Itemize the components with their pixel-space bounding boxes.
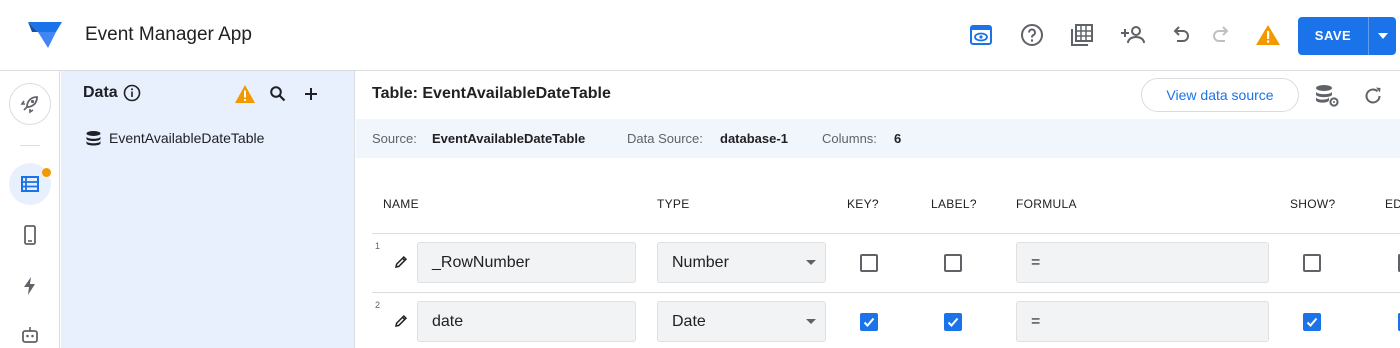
bot-icon[interactable] xyxy=(9,314,51,348)
save-dropdown-icon[interactable] xyxy=(1369,17,1396,55)
checkmark-icon xyxy=(1306,317,1318,327)
columns-value: 6 xyxy=(894,131,902,146)
table-header: Table: EventAvailableDateTable View data… xyxy=(356,71,1400,119)
column-type-value: Number xyxy=(672,254,729,271)
table-info-bar: Source: EventAvailableDateTable Data Sou… xyxy=(356,119,1400,158)
header-formula: FORMULA xyxy=(1016,197,1077,211)
automation-icon[interactable] xyxy=(9,265,51,307)
header-key: KEY? xyxy=(847,197,879,211)
source-value: EventAvailableDateTable xyxy=(432,131,586,146)
columns-label: Columns: xyxy=(822,131,877,146)
key-checkbox[interactable] xyxy=(860,254,878,272)
header-name: NAME xyxy=(383,197,419,211)
data-table-label: EventAvailableDateTable xyxy=(109,130,265,146)
column-name-input[interactable]: _RowNumber xyxy=(417,242,636,283)
edit-pencil-icon[interactable] xyxy=(393,313,409,329)
gallery-icon[interactable] xyxy=(1068,21,1096,49)
show-checkbox[interactable] xyxy=(1303,254,1321,272)
column-type-select[interactable]: Date xyxy=(657,301,826,342)
database-icon xyxy=(86,130,101,146)
row-number: 1 xyxy=(375,241,381,251)
column-type-select[interactable]: Number xyxy=(657,242,826,283)
row-number: 2 xyxy=(375,300,381,310)
formula-input[interactable]: = xyxy=(1016,242,1269,283)
chevron-down-icon xyxy=(806,319,816,324)
data-source-label: Data Source: xyxy=(627,131,703,146)
preview-icon[interactable] xyxy=(967,21,995,49)
header-show: SHOW? xyxy=(1290,197,1336,211)
header-editable: ED xyxy=(1385,197,1400,211)
warning-icon[interactable] xyxy=(1254,21,1282,49)
data-warning-icon[interactable] xyxy=(234,83,256,105)
app-title: Event Manager App xyxy=(85,24,252,45)
undo-icon[interactable] xyxy=(1166,21,1194,49)
key-checkbox[interactable] xyxy=(860,313,878,331)
launch-icon[interactable] xyxy=(9,83,51,125)
nav-rail xyxy=(0,71,60,348)
redo-icon[interactable] xyxy=(1208,21,1236,49)
column-type-value: Date xyxy=(672,313,706,330)
appsheet-logo-icon xyxy=(28,22,62,48)
add-table-icon[interactable] xyxy=(300,83,322,105)
label-checkbox[interactable] xyxy=(944,254,962,272)
data-source-value: database-1 xyxy=(720,131,788,146)
column-name-input[interactable]: date xyxy=(417,301,636,342)
data-notification-dot xyxy=(42,168,51,177)
save-label: SAVE xyxy=(1314,28,1352,43)
checkmark-icon xyxy=(947,317,959,327)
chevron-down-icon xyxy=(806,260,816,265)
views-icon[interactable] xyxy=(9,214,51,256)
search-icon[interactable] xyxy=(267,83,289,105)
save-button[interactable]: SAVE xyxy=(1298,17,1396,55)
header-type: TYPE xyxy=(657,197,690,211)
checkmark-icon xyxy=(863,317,875,327)
info-icon[interactable] xyxy=(123,84,141,102)
view-data-source-button[interactable]: View data source xyxy=(1141,78,1299,112)
database-settings-icon[interactable] xyxy=(1314,83,1340,109)
add-user-icon[interactable] xyxy=(1119,21,1147,49)
label-checkbox[interactable] xyxy=(944,313,962,331)
help-icon[interactable] xyxy=(1018,21,1046,49)
header-label: LABEL? xyxy=(931,197,977,211)
formula-input[interactable]: = xyxy=(1016,301,1269,342)
data-table-item[interactable]: EventAvailableDateTable xyxy=(85,129,264,147)
source-label: Source: xyxy=(372,131,417,146)
edit-pencil-icon[interactable] xyxy=(393,254,409,270)
header-divider xyxy=(372,233,1400,234)
app-bar: Event Manager App SAVE xyxy=(0,0,1400,71)
data-panel: Data EventAvailableDateTable xyxy=(61,71,355,348)
columns-table: NAME TYPE KEY? LABEL? FORMULA SHOW? ED 1… xyxy=(356,158,1400,348)
show-checkbox[interactable] xyxy=(1303,313,1321,331)
refresh-icon[interactable] xyxy=(1360,83,1386,109)
rail-divider xyxy=(20,145,40,146)
row-divider xyxy=(372,292,1400,293)
data-panel-title: Data xyxy=(83,84,118,101)
table-title: Table: EventAvailableDateTable xyxy=(372,85,611,102)
